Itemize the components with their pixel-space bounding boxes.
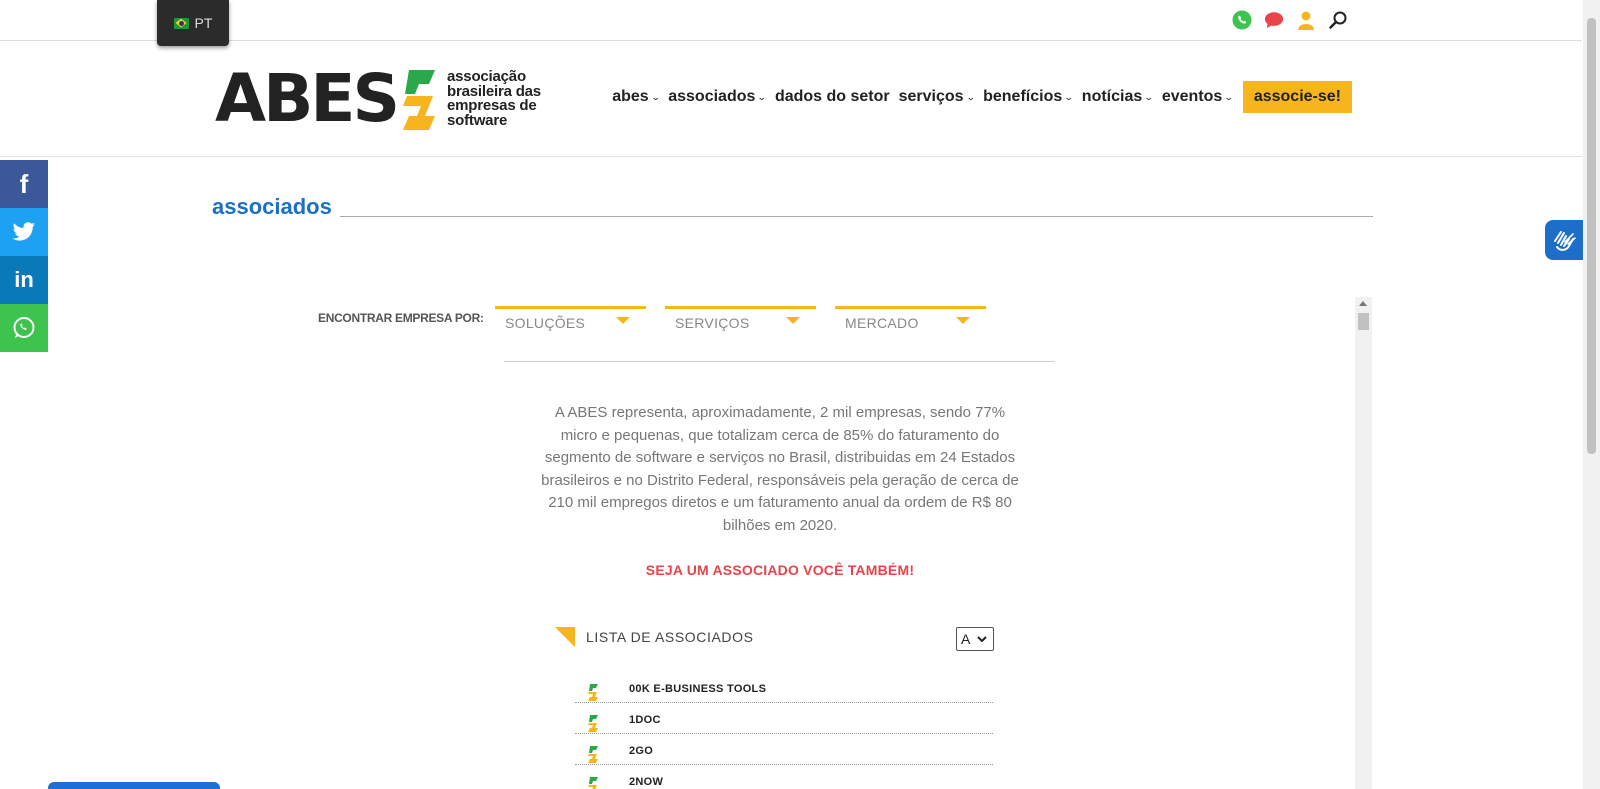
nav-label: abes	[612, 88, 649, 105]
language-label: PT	[194, 15, 213, 31]
selected-letter: A	[961, 631, 971, 647]
twitter-icon	[12, 222, 35, 241]
whatsapp-icon	[13, 317, 35, 338]
page-scrollbar[interactable]	[1583, 0, 1600, 789]
abes-logo[interactable]: ABES associação brasileira das empresas …	[215, 60, 541, 137]
filter-servicos-dropdown[interactable]: SERVIÇOS	[665, 306, 816, 336]
associate-name: 2GO	[629, 745, 654, 757]
brazil-flag-icon	[173, 17, 189, 29]
corner-mark-icon	[555, 627, 575, 647]
logo-text: ABES	[215, 60, 400, 137]
language-selector[interactable]: PT	[157, 0, 229, 46]
nav-item-noticias[interactable]: notícias ⌄	[1081, 88, 1154, 106]
site-header: ABES associação brasileira das empresas …	[0, 41, 1582, 157]
nav-label: benefícios	[983, 88, 1063, 105]
search-icon[interactable]	[1328, 10, 1348, 30]
triangle-down-icon	[616, 317, 630, 324]
list-item[interactable]: 00K E-BUSINESS TOOLS	[575, 672, 993, 703]
list-header: LISTA DE ASSOCIADOS	[555, 627, 754, 647]
associates-list: 00K E-BUSINESS TOOLS 1DOC 2GO 2NOW	[575, 672, 993, 789]
list-item[interactable]: 1DOC	[575, 703, 993, 734]
top-icons	[1232, 10, 1348, 30]
associate-name: 2NOW	[629, 776, 664, 788]
abes-s-icon	[588, 777, 598, 789]
nav-label: associados	[668, 88, 756, 105]
accessibility-button[interactable]	[1545, 220, 1583, 260]
nav-item-dados-do-setor[interactable]: dados do setor	[775, 88, 890, 106]
chevron-down-icon: ⌄	[757, 91, 768, 102]
nav-item-servicos[interactable]: serviços ⌄	[898, 88, 976, 106]
nav-label: eventos	[1161, 88, 1223, 105]
associate-name: 00K E-BUSINESS TOOLS	[629, 683, 767, 695]
filter-label: SERVIÇOS	[675, 315, 750, 331]
scroll-up-icon[interactable]	[1359, 301, 1367, 306]
title-divider	[340, 216, 1373, 217]
nav-label: serviços	[898, 88, 964, 105]
associate-name: 1DOC	[629, 714, 661, 726]
page-scroll-thumb[interactable]	[1587, 18, 1596, 454]
list-title: LISTA DE ASSOCIADOS	[586, 629, 754, 645]
logo-tagline: associação brasileira das empresas de so…	[447, 69, 541, 130]
tagline-line: software	[447, 111, 508, 129]
linkedin-icon: in	[14, 267, 34, 292]
chat-icon[interactable]	[1264, 10, 1284, 30]
associates-description: A ABES representa, aproximadamente, 2 mi…	[541, 404, 1019, 534]
nav-label: dados do setor	[774, 88, 890, 105]
chevron-down-icon: ⌄	[650, 91, 661, 102]
associe-se-button[interactable]: associe-se!	[1242, 81, 1352, 113]
abes-s-icon	[588, 715, 598, 732]
nav-item-eventos[interactable]: eventos ⌄	[1161, 88, 1234, 106]
chevron-down-icon: ⌄	[1224, 91, 1234, 102]
social-share-bar: f in	[0, 160, 48, 352]
whatsapp-icon[interactable]	[1232, 10, 1252, 30]
become-associate-link[interactable]: SEJA UM ASSOCIADO VOCÊ TAMBÉM!	[540, 562, 1020, 578]
triangle-down-icon	[786, 317, 800, 324]
whatsapp-share-button[interactable]	[0, 304, 48, 352]
finder-label: ENCONTRAR EMPRESA POR:	[318, 311, 484, 325]
nav-label: notícias	[1081, 88, 1143, 105]
chevron-down-icon	[977, 636, 988, 642]
facebook-icon: f	[19, 168, 29, 199]
filter-mercado-dropdown[interactable]: MERCADO	[835, 306, 986, 336]
filter-solucoes-dropdown[interactable]: SOLUÇÕES	[495, 306, 646, 336]
chevron-down-icon: ⌄	[1064, 91, 1074, 102]
abes-s-icon	[588, 684, 598, 701]
chevron-down-icon: ⌄	[965, 91, 976, 102]
nav-item-associados[interactable]: associados ⌄	[668, 88, 768, 106]
content-scrollbar[interactable]	[1355, 297, 1372, 789]
top-bar: PT	[0, 0, 1582, 46]
linkedin-share-button[interactable]: in	[0, 256, 48, 304]
nav-item-beneficios[interactable]: benefícios ⌄	[983, 88, 1074, 106]
triangle-down-icon	[956, 317, 970, 324]
filter-label: SOLUÇÕES	[505, 315, 586, 331]
user-icon[interactable]	[1296, 10, 1316, 30]
filter-label: MERCADO	[845, 315, 919, 331]
chat-widget-tab[interactable]	[48, 782, 220, 789]
twitter-share-button[interactable]	[0, 208, 48, 256]
sign-language-icon	[1554, 231, 1576, 251]
abes-s-icon	[588, 746, 598, 763]
main-nav: abes ⌄ associados ⌄ dados do setor serviço…	[603, 81, 1352, 113]
list-item[interactable]: 2NOW	[575, 765, 993, 789]
nav-item-abes[interactable]: abes ⌄	[612, 88, 661, 106]
letter-select[interactable]: A	[956, 627, 994, 651]
content-scroll-thumb[interactable]	[1358, 313, 1369, 330]
facebook-share-button[interactable]: f	[0, 160, 48, 208]
filter-divider	[504, 361, 1054, 362]
chevron-down-icon: ⌄	[1144, 91, 1154, 102]
list-item[interactable]: 2GO	[575, 734, 993, 765]
logo-s-mark-icon	[403, 70, 436, 130]
page-title: associados	[212, 194, 332, 219]
